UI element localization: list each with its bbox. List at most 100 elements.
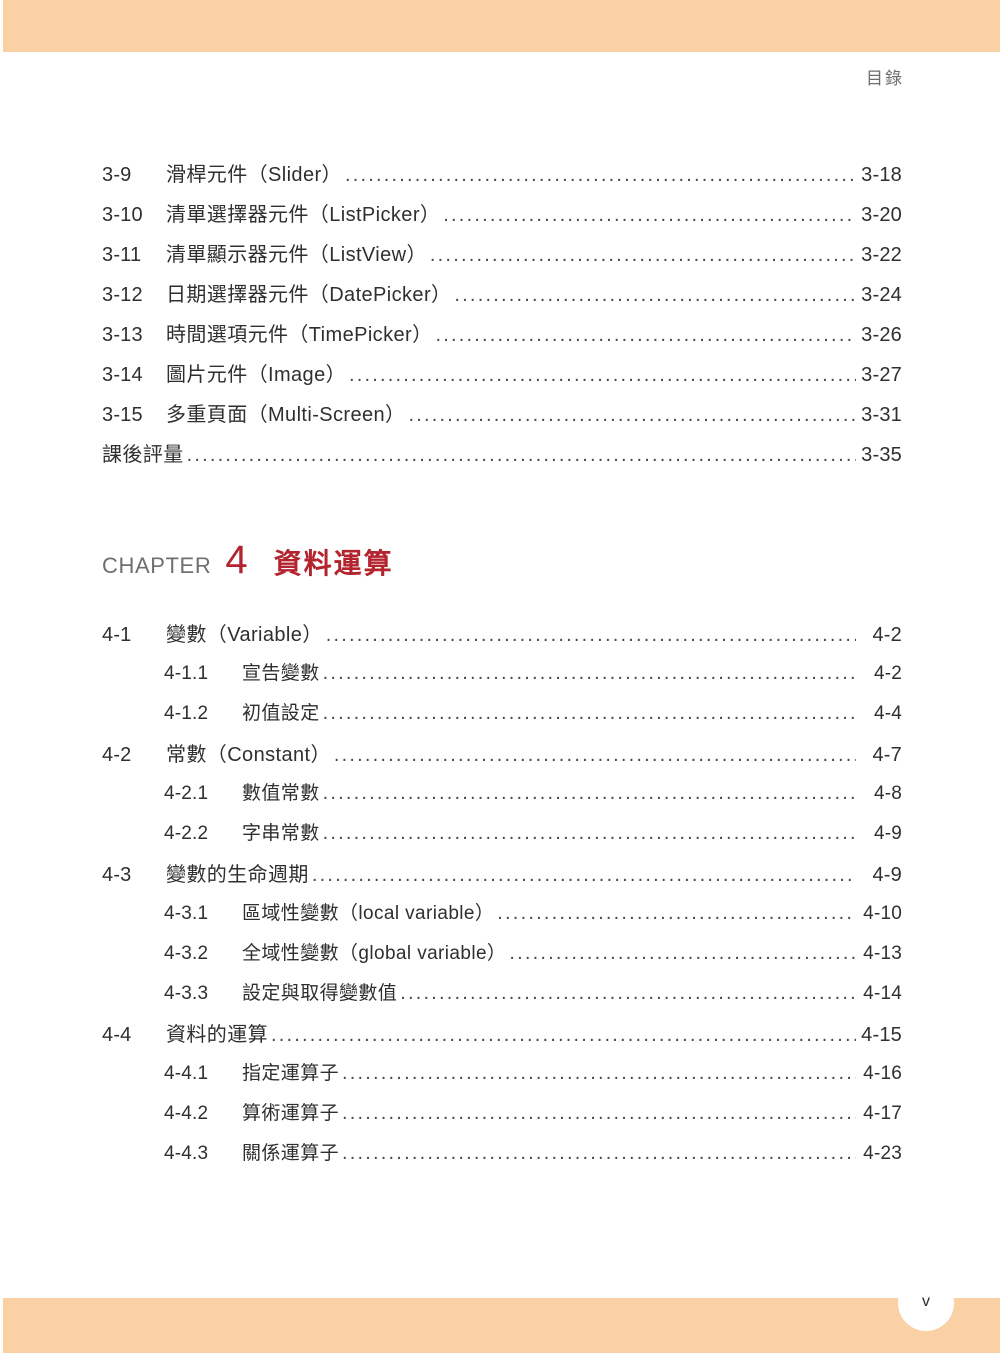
toc-entry-page: 4-17 — [863, 1103, 902, 1124]
toc-entry-page: 4-8 — [873, 783, 902, 804]
toc-entry-title: 資料的運算 — [166, 1024, 268, 1046]
toc-entry-title: 區域性變數（local variable） — [242, 903, 495, 924]
dot-leader — [345, 165, 856, 185]
toc-entry[interactable]: 3-13 時間選項元件（TimePicker） 3-26 — [102, 318, 902, 358]
toc-entry-title: 常數（Constant） — [166, 744, 331, 766]
toc-entry[interactable]: 4-1.2 初值設定 4-4 — [102, 698, 902, 738]
dot-leader — [509, 943, 856, 962]
chapter-heading-4: CHAPTER 4 資料運算 — [102, 540, 902, 596]
toc-entry-number: 4-4.1 — [164, 1063, 209, 1084]
chapter-title: 資料運算 — [273, 548, 394, 579]
toc-entry-title: 字串常數 — [242, 823, 320, 844]
dot-leader — [187, 445, 856, 465]
toc-entry-number: 4-1 — [102, 624, 132, 646]
page-number: v — [922, 1293, 930, 1310]
toc-entry[interactable]: 4-2.2 字串常數 4-9 — [102, 818, 902, 858]
toc-entry[interactable]: 4-3.2 全域性變數（global variable） 4-13 — [102, 938, 902, 978]
toc-entry-title: 全域性變數（global variable） — [242, 943, 507, 964]
toc-entry-page: 4-9 — [872, 864, 902, 886]
toc-list-chapter-4: 4-1變數（Variable）4-24-1.1宣告變數4-24-1.2初值設定4… — [102, 618, 902, 1178]
toc-entry[interactable]: 4-2 常數（Constant） 4-7 — [102, 738, 902, 778]
toc-entry[interactable]: 4-2.1 數值常數 4-8 — [102, 778, 902, 818]
toc-entry-title: 圖片元件（Image） — [166, 364, 346, 386]
toc-entry[interactable]: 4-1.1 宣告變數 4-2 — [102, 658, 902, 698]
toc-entry-number: 4-2.2 — [164, 823, 209, 844]
toc-entry[interactable]: 3-12 日期選擇器元件（DatePicker） 3-24 — [102, 278, 902, 318]
toc-entry-page: 4-13 — [863, 943, 902, 964]
toc-entry[interactable]: 4-4.2 算術運算子 4-17 — [102, 1098, 902, 1138]
toc-entry-title: 日期選擇器元件（DatePicker） — [166, 284, 452, 306]
toc-entry-page: 4-23 — [863, 1143, 902, 1164]
dot-leader — [342, 1143, 856, 1162]
toc-entry[interactable]: 3-14 圖片元件（Image） 3-27 — [102, 358, 902, 398]
toc-entry-page: 3-31 — [861, 404, 902, 426]
toc-entry[interactable]: 4-4.3 關係運算子 4-23 — [102, 1138, 902, 1178]
toc-entry-number: 3-9 — [102, 164, 132, 186]
toc-entry[interactable]: 3-10 清單選擇器元件（ListPicker） 3-20 — [102, 198, 902, 238]
toc-entry[interactable]: 4-1 變數（Variable） 4-2 — [102, 618, 902, 658]
chapter-label: CHAPTER — [102, 553, 212, 578]
toc-entry-page: 4-7 — [872, 744, 902, 766]
toc-entry[interactable]: 4-3 變數的生命週期 4-9 — [102, 858, 902, 898]
dot-leader — [323, 663, 856, 682]
toc-entry-number: 4-3.2 — [164, 943, 209, 964]
decorative-bottom-band — [3, 1298, 1000, 1353]
toc-entry[interactable]: 課後評量 3-35 — [102, 438, 902, 478]
toc-entry[interactable]: 4-3.3 設定與取得變數值 4-14 — [102, 978, 902, 1018]
toc-entry-page: 4-16 — [863, 1063, 902, 1084]
toc-entry[interactable]: 3-15 多重頁面（Multi-Screen） 3-31 — [102, 398, 902, 438]
dot-leader — [326, 625, 856, 645]
toc-entry-title: 數值常數 — [242, 783, 320, 804]
toc-entry[interactable]: 3-9 滑桿元件（Slider） 3-18 — [102, 158, 902, 198]
toc-list-chapter-3: 3-9 滑桿元件（Slider） 3-18 3-10 清單選擇器元件（ListPicke… — [102, 158, 902, 478]
toc-entry-page: 3-26 — [861, 324, 902, 346]
toc-entry-title: 時間選項元件（TimePicker） — [166, 324, 433, 346]
toc-entry[interactable]: 4-4 資料的運算 4-15 — [102, 1018, 902, 1058]
toc-entry[interactable]: 4-3.1 區域性變數（local variable） 4-10 — [102, 898, 902, 938]
toc-entry-number: 4-3 — [102, 864, 132, 886]
toc-entry-number: 3-12 — [102, 284, 143, 306]
dot-leader — [430, 245, 856, 265]
toc-entry-page: 3-22 — [861, 244, 902, 266]
toc-entry-number: 3-15 — [102, 404, 143, 426]
toc-entry-page: 4-2 — [873, 663, 902, 684]
dot-leader — [323, 823, 856, 842]
dot-leader — [400, 983, 856, 1002]
toc-entry-number: 4-4 — [102, 1024, 132, 1046]
toc-entry-number: 3-11 — [102, 244, 142, 266]
toc-entry-number: 3-10 — [102, 204, 143, 226]
toc-entry-number: 4-1.2 — [164, 703, 209, 724]
toc-entry-page: 4-4 — [873, 703, 902, 724]
toc-entry-title: 滑桿元件（Slider） — [166, 164, 342, 186]
dot-leader — [408, 405, 856, 425]
toc-entry-number: 4-4.3 — [164, 1143, 209, 1164]
dot-leader — [323, 703, 856, 722]
toc-entry[interactable]: 3-11 清單顯示器元件（ListView） 3-22 — [102, 238, 902, 278]
dot-leader — [323, 783, 856, 802]
toc-entry-title: 初值設定 — [242, 703, 320, 724]
toc-entry-title: 設定與取得變數值 — [242, 983, 398, 1004]
toc-entry-page: 4-2 — [872, 624, 902, 646]
toc-entry-number: 4-3.1 — [164, 903, 209, 924]
toc-entry-page: 3-35 — [861, 444, 902, 466]
toc-entry-number: 3-13 — [102, 324, 143, 346]
toc-entry-title: 宣告變數 — [242, 663, 320, 684]
toc-entry-title: 算術運算子 — [242, 1103, 340, 1124]
toc-entry-title: 清單顯示器元件（ListView） — [166, 244, 427, 266]
toc-entry-number: 3-14 — [102, 364, 143, 386]
toc-page: 目錄 3-9 滑桿元件（Slider） 3-18 3-10 清單選擇器元件（ListPi… — [0, 0, 1000, 1353]
toc-entry[interactable]: 4-4.1 指定運算子 4-16 — [102, 1058, 902, 1098]
dot-leader — [443, 205, 856, 225]
toc-entry-page: 3-20 — [861, 204, 902, 226]
toc-entry-title: 多重頁面（Multi-Screen） — [166, 404, 406, 426]
toc-entry-title: 變數（Variable） — [166, 624, 323, 646]
toc-body: 3-9 滑桿元件（Slider） 3-18 3-10 清單選擇器元件（ListPicke… — [102, 158, 902, 1178]
dot-leader — [435, 325, 856, 345]
dot-leader — [342, 1063, 856, 1082]
chapter-number: 4 — [225, 538, 248, 582]
decorative-top-band — [3, 0, 1000, 52]
dot-leader — [342, 1103, 856, 1122]
toc-entry-page: 3-18 — [861, 164, 902, 186]
toc-entry-page: 4-9 — [873, 823, 902, 844]
